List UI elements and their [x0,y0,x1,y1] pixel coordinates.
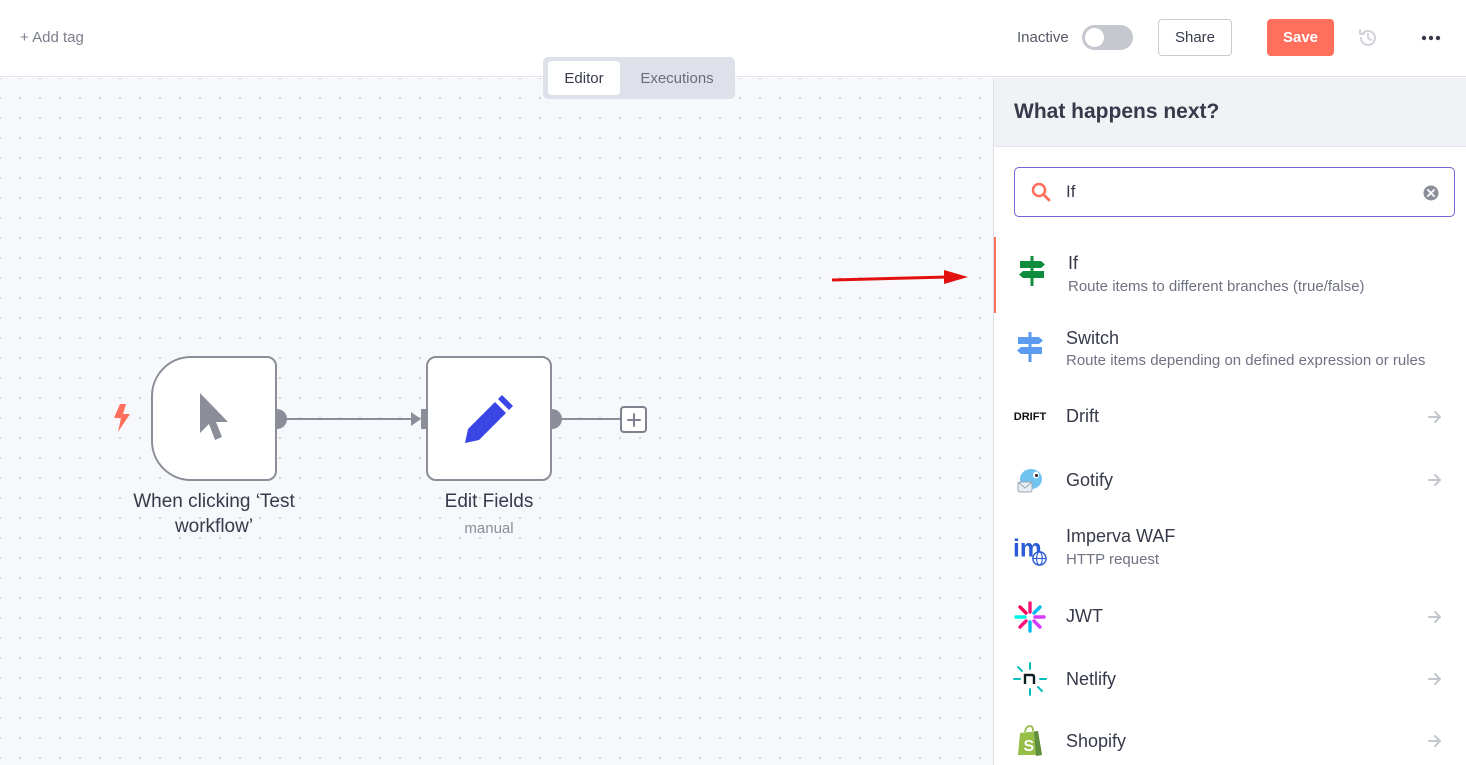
clear-search-icon[interactable] [1423,185,1439,201]
tab-executions[interactable]: Executions [625,61,729,95]
arrow-right-icon [1428,611,1441,623]
item-name: Switch [1066,328,1120,348]
node-item-imperva-waf[interactable]: im Imperva WAF HTTP request [994,511,1466,584]
node-item-netlify[interactable]: Netlify [994,648,1466,710]
item-description: Route items depending on defined express… [1066,352,1426,369]
arrow-right-icon [1428,411,1441,423]
item-name: Shopify [1066,731,1127,751]
panel-title: What happens next? [1014,100,1220,123]
edit-node-subtitle: manual [464,520,514,537]
item-name: Gotify [1066,470,1114,490]
item-description: HTTP request [1066,551,1160,568]
item-name: Drift [1066,406,1099,426]
jwt-logo-icon [1013,600,1047,634]
arrow-right-icon [1428,474,1441,486]
cursor-icon [200,392,228,440]
search-icon [1031,182,1051,202]
edit-node-title: Edit Fields [444,491,534,512]
more-options-icon[interactable] [1419,26,1443,50]
toggle-knob [1085,28,1104,47]
shopify-logo-icon: S [1013,724,1047,758]
item-description: Route items to different branches (true/… [1068,278,1365,295]
signpost-icon [1015,254,1049,288]
active-toggle[interactable] [1082,25,1133,50]
annotation-arrow-icon [831,270,968,284]
node-creator-panel: What happens next? If Route items to dif… [993,78,1466,765]
history-icon[interactable] [1356,26,1380,50]
svg-text:S: S [1024,738,1035,755]
view-switcher: Editor Executions [543,57,735,99]
save-button[interactable]: Save [1267,19,1334,56]
node-search-box[interactable] [1014,167,1455,217]
gotify-logo-icon [1013,463,1047,497]
item-name: Imperva WAF [1066,526,1176,546]
tab-editor[interactable]: Editor [548,61,620,95]
node-item-switch[interactable]: Switch Route items depending on defined … [994,313,1466,385]
panel-header: What happens next? [994,78,1466,147]
arrow-right-icon [1428,673,1441,685]
node-item-if[interactable]: If Route items to different branches (tr… [994,237,1466,313]
node-item-drift[interactable]: DRIFT Drift [994,385,1466,449]
add-node-button[interactable] [620,406,647,433]
node-item-jwt[interactable]: JWT [994,584,1466,648]
imperva-logo-icon: im [1013,533,1047,567]
pencil-icon [465,394,513,443]
search-input[interactable] [1066,178,1406,206]
manual-trigger-node[interactable] [151,356,277,481]
active-status-label: Inactive [1017,29,1069,46]
edit-fields-node[interactable] [426,356,552,481]
drift-logo-icon: DRIFT [1013,411,1047,423]
plus-icon [626,412,641,427]
item-name: Netlify [1066,669,1117,689]
signpost-icon [1013,330,1047,364]
netlify-logo-icon [1013,662,1047,696]
trigger-node-title: When clicking ‘Test workflow’ [133,491,295,537]
node-item-gotify[interactable]: Gotify [994,449,1466,511]
item-name: If [1068,253,1079,273]
node-item-shopify[interactable]: S Shopify [994,710,1466,765]
arrow-right-icon [1428,735,1441,747]
share-button[interactable]: Share [1158,19,1232,56]
trigger-bolt-icon [114,404,130,432]
item-name: JWT [1066,606,1103,626]
